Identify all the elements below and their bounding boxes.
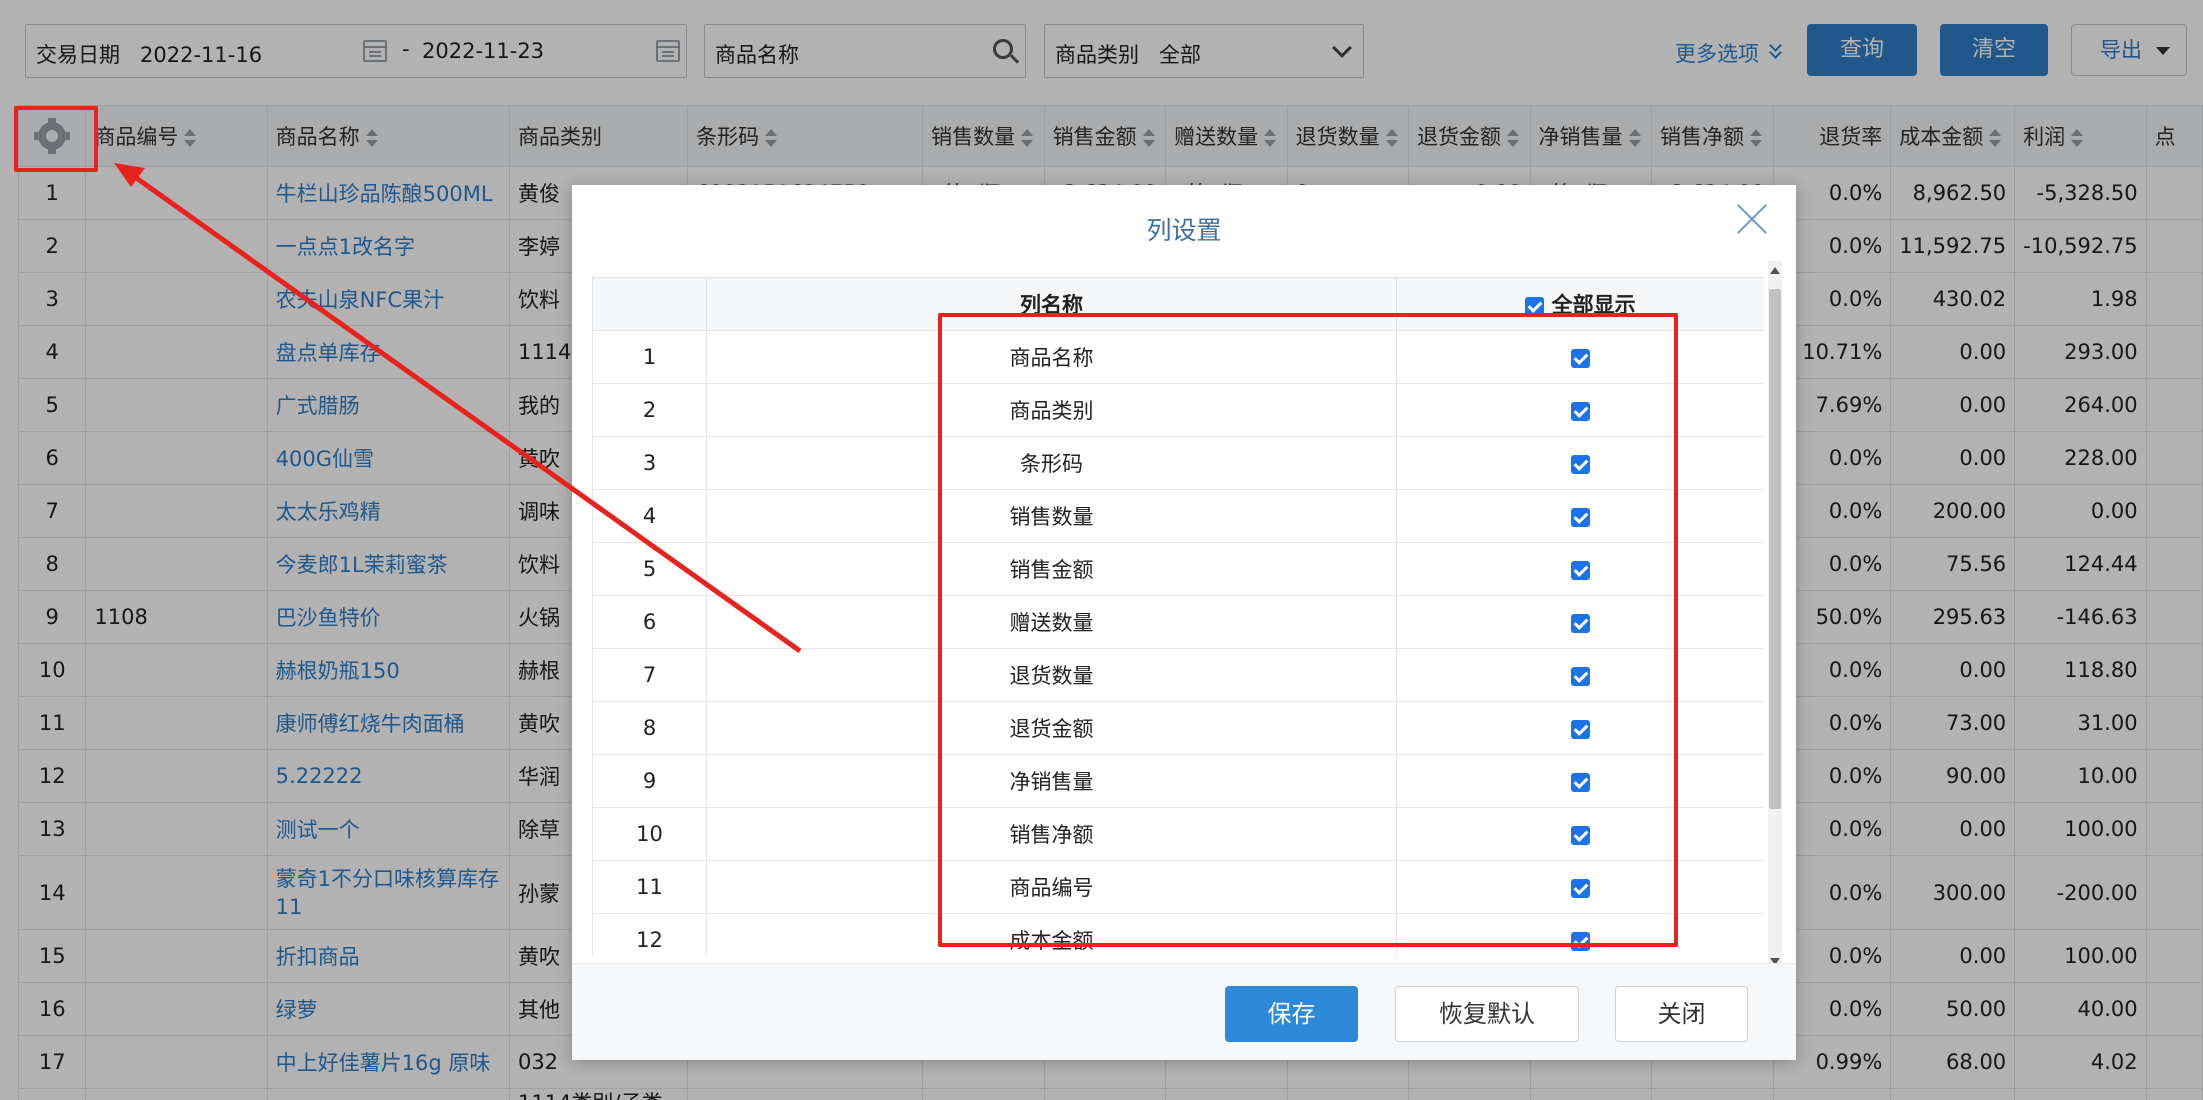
column-visibility-cell[interactable] [1396, 648, 1764, 702]
column-index: 2 [592, 383, 707, 437]
column-setting-row: 6 赠送数量 [592, 595, 1764, 649]
column-name: 条形码 [706, 436, 1397, 490]
column-index: 4 [592, 489, 707, 543]
column-name: 销售净额 [706, 807, 1397, 861]
column-visibility-cell[interactable] [1396, 754, 1764, 808]
column-setting-row: 12 成本金额 [592, 913, 1764, 957]
close-icon[interactable] [1734, 201, 1770, 237]
dialog-title: 列设置 [1146, 216, 1222, 245]
column-name-header: 列名称 [706, 277, 1397, 331]
save-button[interactable]: 保存 [1225, 986, 1358, 1042]
column-visibility-cell[interactable] [1396, 860, 1764, 914]
column-name: 销售数量 [706, 489, 1397, 543]
column-index: 12 [592, 913, 707, 957]
column-setting-row: 9 净销售量 [592, 754, 1764, 808]
dialog-footer: 保存 恢复默认 关闭 [572, 963, 1796, 1060]
column-visibility-cell[interactable] [1396, 436, 1764, 490]
column-name: 商品名称 [706, 330, 1397, 384]
column-visible-checkbox[interactable] [1571, 719, 1590, 739]
column-visible-checkbox[interactable] [1571, 931, 1590, 951]
restore-default-button[interactable]: 恢复默认 [1395, 986, 1579, 1042]
column-setting-row: 11 商品编号 [592, 860, 1764, 914]
column-visible-checkbox[interactable] [1571, 348, 1590, 368]
column-setting-row: 4 销售数量 [592, 489, 1764, 543]
column-visibility-cell[interactable] [1396, 807, 1764, 861]
column-visibility-cell[interactable] [1396, 489, 1764, 543]
dialog-scrollbar[interactable] [1768, 261, 1782, 971]
show-all-header[interactable]: 全部显示 [1396, 277, 1764, 331]
column-index: 1 [592, 330, 707, 384]
column-index: 10 [592, 807, 707, 861]
column-visibility-cell[interactable] [1396, 913, 1764, 957]
column-visibility-cell[interactable] [1396, 701, 1764, 755]
column-name: 退货金额 [706, 701, 1397, 755]
column-visibility-cell[interactable] [1396, 542, 1764, 596]
column-setting-row: 8 退货金额 [592, 701, 1764, 755]
column-name: 商品类别 [706, 383, 1397, 437]
column-list: 列名称 全部显示 1 商品名称 2 商品类别 3 条形码 4 销售数量 5 销售金额 6 赠送数量 7 退… [592, 277, 1764, 957]
column-name: 销售金额 [706, 542, 1397, 596]
column-index: 7 [592, 648, 707, 702]
scroll-up-icon[interactable] [1770, 267, 1780, 274]
column-settings-header: 列名称 全部显示 [592, 277, 1764, 331]
column-visibility-cell[interactable] [1396, 383, 1764, 437]
show-all-label: 全部显示 [1551, 293, 1636, 317]
column-name: 赠送数量 [706, 595, 1397, 649]
column-name: 成本金额 [706, 913, 1397, 957]
column-index: 9 [592, 754, 707, 808]
column-settings-dialog: 列设置 列名称 全部显示 1 商品名称 2 商品类别 3 条形码 4 销售数量 5 销售金额 6 赠送… [572, 185, 1796, 1060]
column-visible-checkbox[interactable] [1571, 454, 1590, 474]
column-setting-row: 2 商品类别 [592, 383, 1764, 437]
column-index: 6 [592, 595, 707, 649]
column-name: 商品编号 [706, 860, 1397, 914]
column-visible-checkbox[interactable] [1571, 560, 1590, 580]
column-visible-checkbox[interactable] [1571, 772, 1590, 792]
column-visible-checkbox[interactable] [1571, 825, 1590, 845]
column-visibility-cell[interactable] [1396, 595, 1764, 649]
close-button[interactable]: 关闭 [1615, 986, 1748, 1042]
column-index: 5 [592, 542, 707, 596]
column-name: 退货数量 [706, 648, 1397, 702]
column-setting-row: 5 销售金额 [592, 542, 1764, 596]
column-setting-row: 7 退货数量 [592, 648, 1764, 702]
scroll-thumb[interactable] [1769, 289, 1781, 809]
column-index: 3 [592, 436, 707, 490]
column-visibility-cell[interactable] [1396, 330, 1764, 384]
column-setting-row: 1 商品名称 [592, 330, 1764, 384]
column-setting-row: 10 销售净额 [592, 807, 1764, 861]
column-visible-checkbox[interactable] [1571, 613, 1590, 633]
show-all-checkbox[interactable] [1525, 296, 1545, 316]
column-index: 11 [592, 860, 707, 914]
column-visible-checkbox[interactable] [1571, 401, 1590, 421]
column-visible-checkbox[interactable] [1571, 507, 1590, 527]
column-settings-table: 列名称 全部显示 1 商品名称 2 商品类别 3 条形码 4 销售数量 5 销售金额 6 赠送数量 7 退… [592, 277, 1764, 957]
column-name: 净销售量 [706, 754, 1397, 808]
column-setting-row: 3 条形码 [592, 436, 1764, 490]
column-visible-checkbox[interactable] [1571, 666, 1590, 686]
column-visible-checkbox[interactable] [1571, 878, 1590, 898]
column-settings-body: 1 商品名称 2 商品类别 3 条形码 4 销售数量 5 销售金额 6 赠送数量 7 退货数量 8 退货金额 9… [592, 330, 1764, 957]
column-index: 8 [592, 701, 707, 755]
